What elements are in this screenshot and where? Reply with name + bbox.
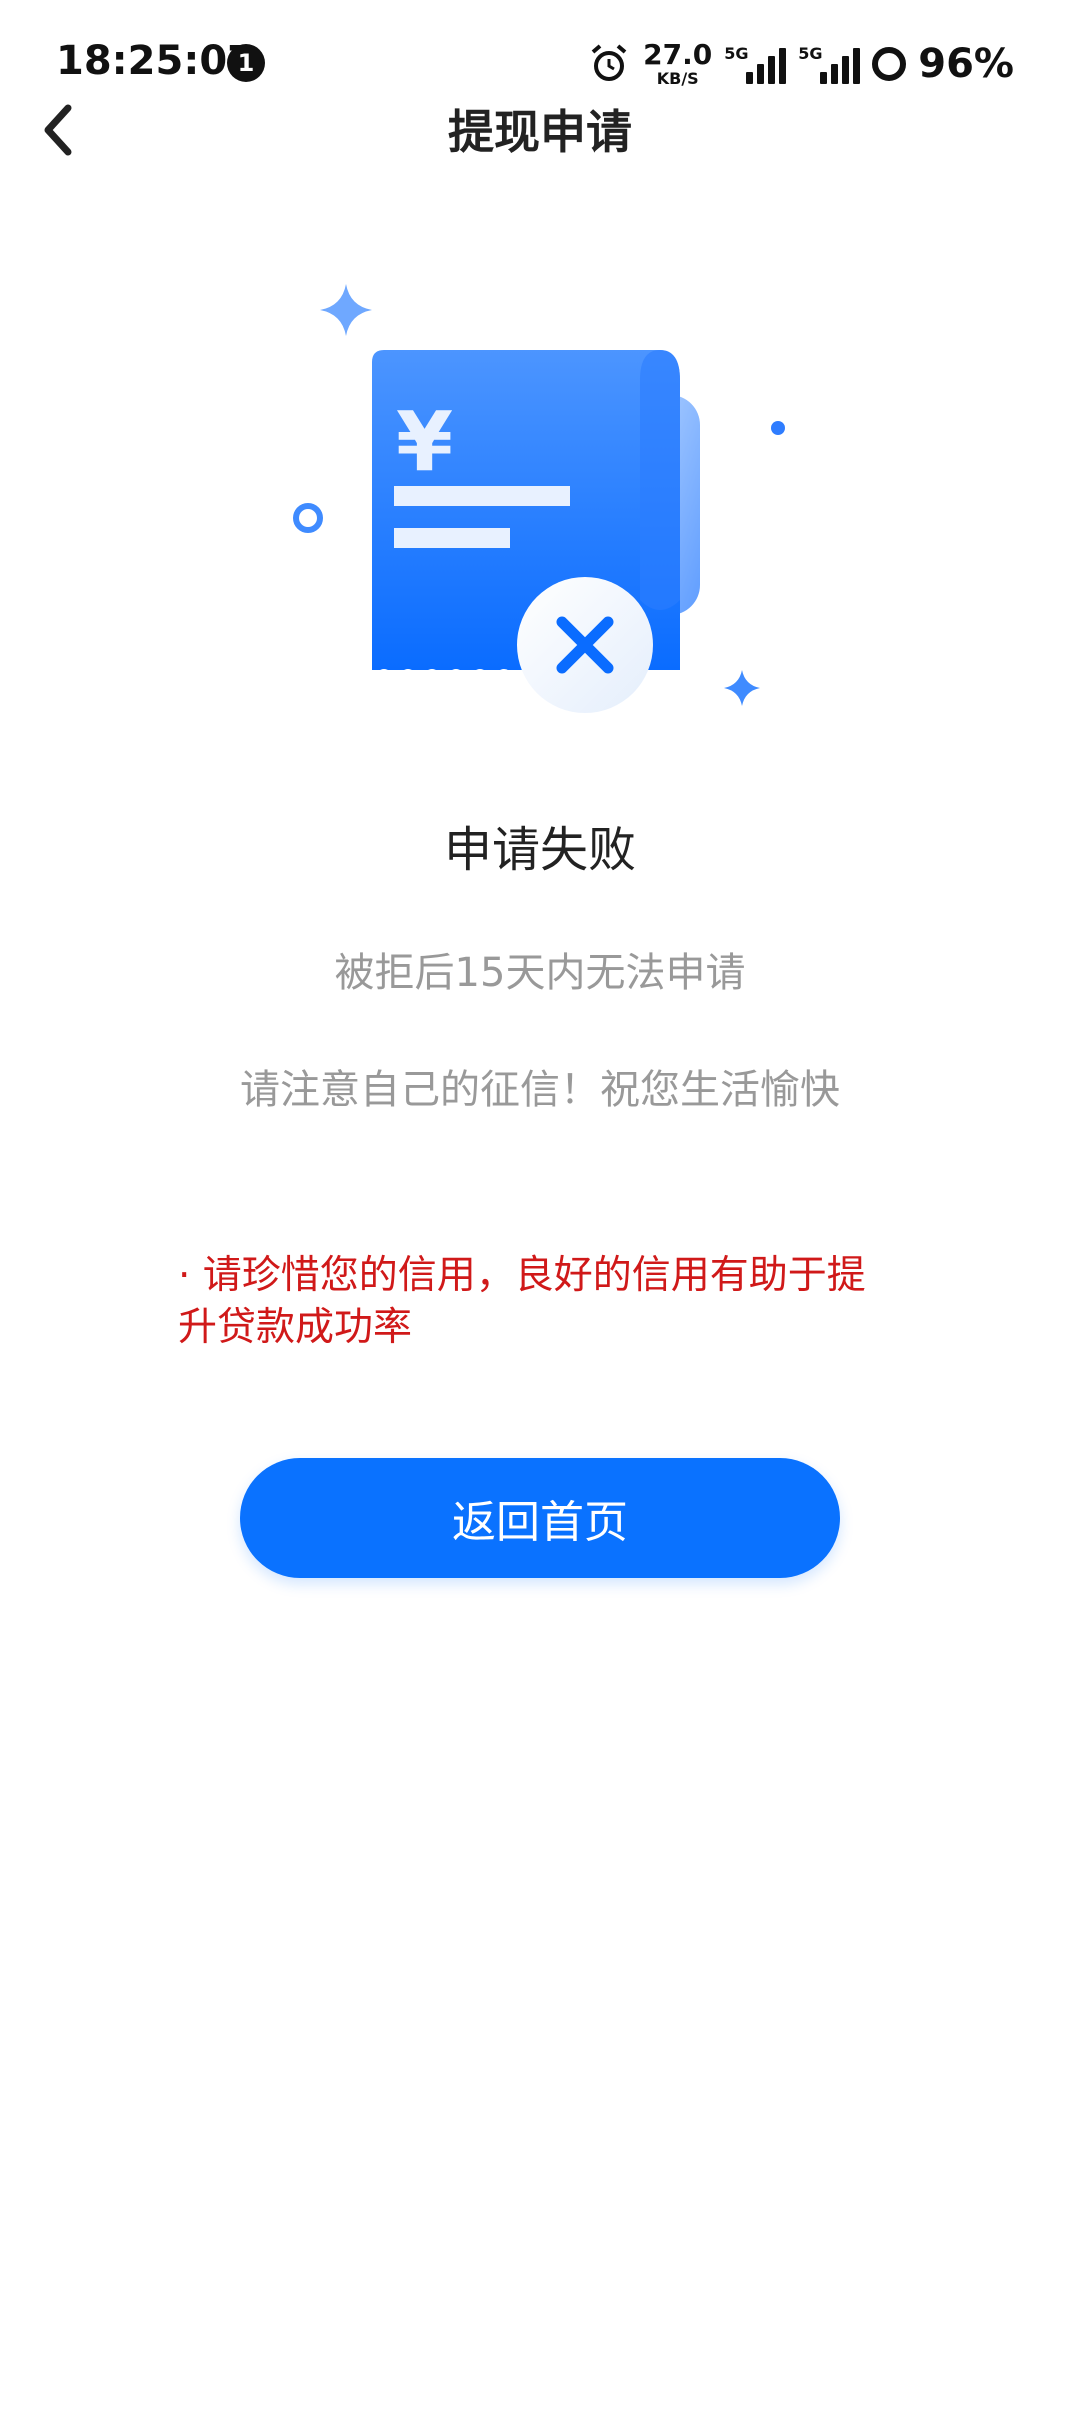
ring-icon [293, 503, 323, 533]
page-title: 提现申请 [448, 105, 632, 159]
rejection-notice: 被拒后15天内无法申请 [334, 950, 746, 996]
signal-2-tag: 5G [798, 44, 823, 63]
signal-1-tag: 5G [724, 44, 749, 63]
net-speed-unit: KB/S [656, 69, 699, 88]
receipt-failed-icon: ¥ [293, 284, 785, 713]
credit-reminder: 请注意自己的征信！祝您生活愉快 [240, 1067, 840, 1113]
dot-icon [771, 421, 785, 435]
sparkle-icon [320, 284, 372, 336]
signal-1-icon: 5G [724, 44, 787, 84]
credit-warning: · 请珍惜您的信用，良好的信用有助于提升贷款成功率 [178, 1253, 866, 1350]
network-speed: 27.0 KB/S [643, 41, 712, 87]
battery-icon [872, 47, 907, 81]
sparkle-icon [724, 670, 760, 706]
return-home-button[interactable]: 返回首页 [240, 1458, 840, 1578]
svg-text:¥: ¥ [396, 395, 453, 490]
header: 提现申请 [0, 90, 1080, 200]
battery-level: 96% [918, 41, 1014, 87]
signal-2-icon: 5G [798, 44, 861, 84]
status-time: 18:25:07 [56, 38, 255, 84]
status-icons: 27.0 KB/S 5G 5G 96% [587, 36, 1014, 92]
result-title: 申请失败 [443, 822, 636, 878]
alarm-icon [591, 44, 627, 81]
net-speed-value: 27.0 [643, 38, 713, 71]
notification-badge: 1 [227, 44, 265, 82]
